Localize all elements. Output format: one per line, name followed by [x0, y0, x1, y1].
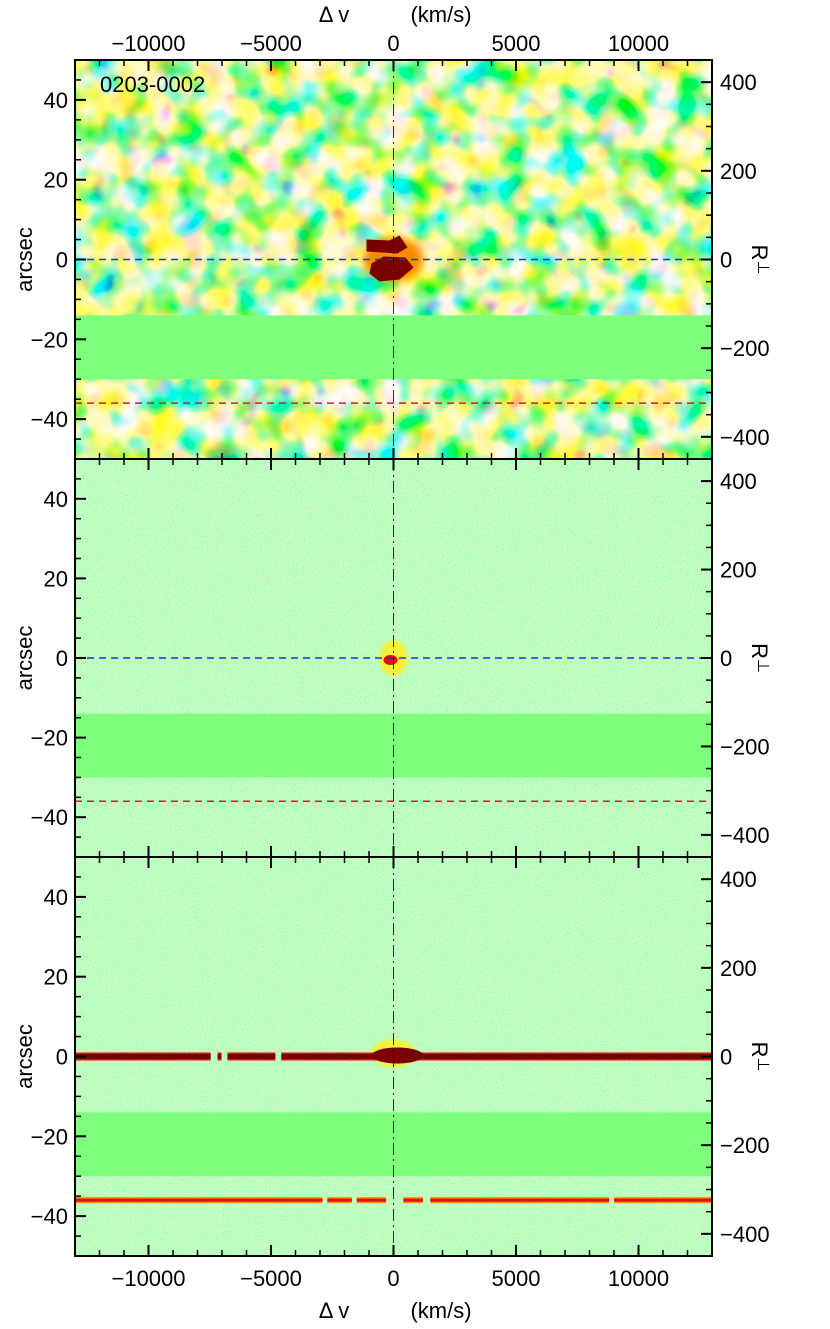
y-tick-label: 0 [56, 248, 68, 273]
right-tick-label: 0 [720, 1045, 732, 1070]
right-axis-title-main: R [747, 245, 772, 261]
y-axis-title: arcsec [12, 1024, 37, 1089]
second-trace-core [75, 1198, 323, 1202]
continuum-trace-core [281, 1054, 712, 1059]
y-tick-label: −20 [31, 726, 68, 751]
second-trace-core [614, 1198, 712, 1202]
top-x-tick-label: −5000 [240, 31, 302, 56]
right-tick-label: −200 [720, 734, 770, 759]
y-tick-label: 40 [44, 885, 68, 910]
y-axis-title: arcsec [12, 626, 37, 691]
right-tick-label: 200 [720, 558, 757, 583]
top-x-tick-label: −10000 [111, 31, 185, 56]
bottom-x-tick-label: 5000 [492, 1266, 541, 1291]
right-axis-title: R⊥ [747, 245, 772, 275]
bottom-x-axis-unit: (km/s) [410, 1298, 471, 1323]
second-trace-core [327, 1198, 352, 1202]
right-tick-label: −200 [720, 1133, 770, 1158]
emission-core [383, 655, 398, 665]
right-tick-label: 200 [720, 956, 757, 981]
right-tick-label: 0 [720, 646, 732, 671]
top-x-tick-label: 10000 [608, 31, 669, 56]
panel-3: 40200−20−404002000−200−400arcsec R⊥ [12, 856, 772, 1257]
y-tick-label: −20 [31, 1124, 68, 1149]
figure: 40200−20−404002000−200−400arcsec R⊥40200−… [12, 2, 772, 1323]
continuum-trace-core [217, 1054, 222, 1059]
y-tick-label: 20 [44, 566, 68, 591]
top-x-tick-label: 0 [387, 31, 399, 56]
y-tick-label: −40 [31, 407, 68, 432]
y-tick-label: −40 [31, 1204, 68, 1229]
right-tick-label: 400 [720, 867, 757, 892]
second-trace-core [430, 1198, 610, 1202]
right-axis-title-main: R [747, 643, 772, 659]
right-tick-label: 200 [720, 159, 757, 184]
right-axis-title: R⊥ [747, 643, 772, 673]
panel-2: 40200−20−404002000−200−400arcsec R⊥ [12, 458, 772, 858]
second-trace-core [356, 1198, 387, 1202]
right-tick-label: −200 [720, 336, 770, 361]
right-tick-label: −400 [720, 425, 770, 450]
second-trace-core [403, 1198, 423, 1202]
top-x-axis-title: Δ v [319, 2, 350, 27]
bottom-x-tick-label: −10000 [111, 1266, 185, 1291]
right-axis-title-main: R [747, 1042, 772, 1058]
panel-1: 40200−20−404002000−200−400arcsec R⊥ [12, 59, 772, 460]
right-axis-title-sub: ⊥ [754, 1057, 771, 1071]
panels-group: 40200−20−404002000−200−400arcsec R⊥40200−… [12, 59, 772, 1257]
continuum-trace-core [227, 1054, 276, 1059]
bottom-x-tick-label: −5000 [240, 1266, 302, 1291]
right-axis-title-sub: ⊥ [754, 659, 771, 673]
y-tick-label: 0 [56, 1045, 68, 1070]
bottom-x-tick-label: 10000 [608, 1266, 669, 1291]
right-tick-label: −400 [720, 823, 770, 848]
bottom-x-tick-label: 0 [387, 1266, 399, 1291]
y-tick-label: 20 [44, 168, 68, 193]
y-axis-title: arcsec [12, 227, 37, 292]
y-tick-label: −40 [31, 805, 68, 830]
y-tick-label: 0 [56, 646, 68, 671]
right-axis-title-sub: ⊥ [754, 260, 771, 274]
top-x-axis-unit: (km/s) [410, 2, 471, 27]
right-tick-label: 0 [720, 248, 732, 273]
continuum-bright-core [371, 1047, 424, 1064]
y-tick-label: 40 [44, 88, 68, 113]
right-tick-label: −400 [720, 1222, 770, 1247]
top-x-tick-label: 5000 [492, 31, 541, 56]
right-tick-label: 400 [720, 70, 757, 95]
y-tick-label: 20 [44, 965, 68, 990]
continuum-trace-core [75, 1054, 211, 1059]
bottom-x-axis-title: Δ v [319, 1298, 350, 1323]
panel-label: 0203-0002 [100, 72, 205, 97]
right-axis-title: R⊥ [747, 1042, 772, 1072]
y-tick-label: 40 [44, 487, 68, 512]
y-tick-label: −20 [31, 327, 68, 352]
right-tick-label: 400 [720, 469, 757, 494]
